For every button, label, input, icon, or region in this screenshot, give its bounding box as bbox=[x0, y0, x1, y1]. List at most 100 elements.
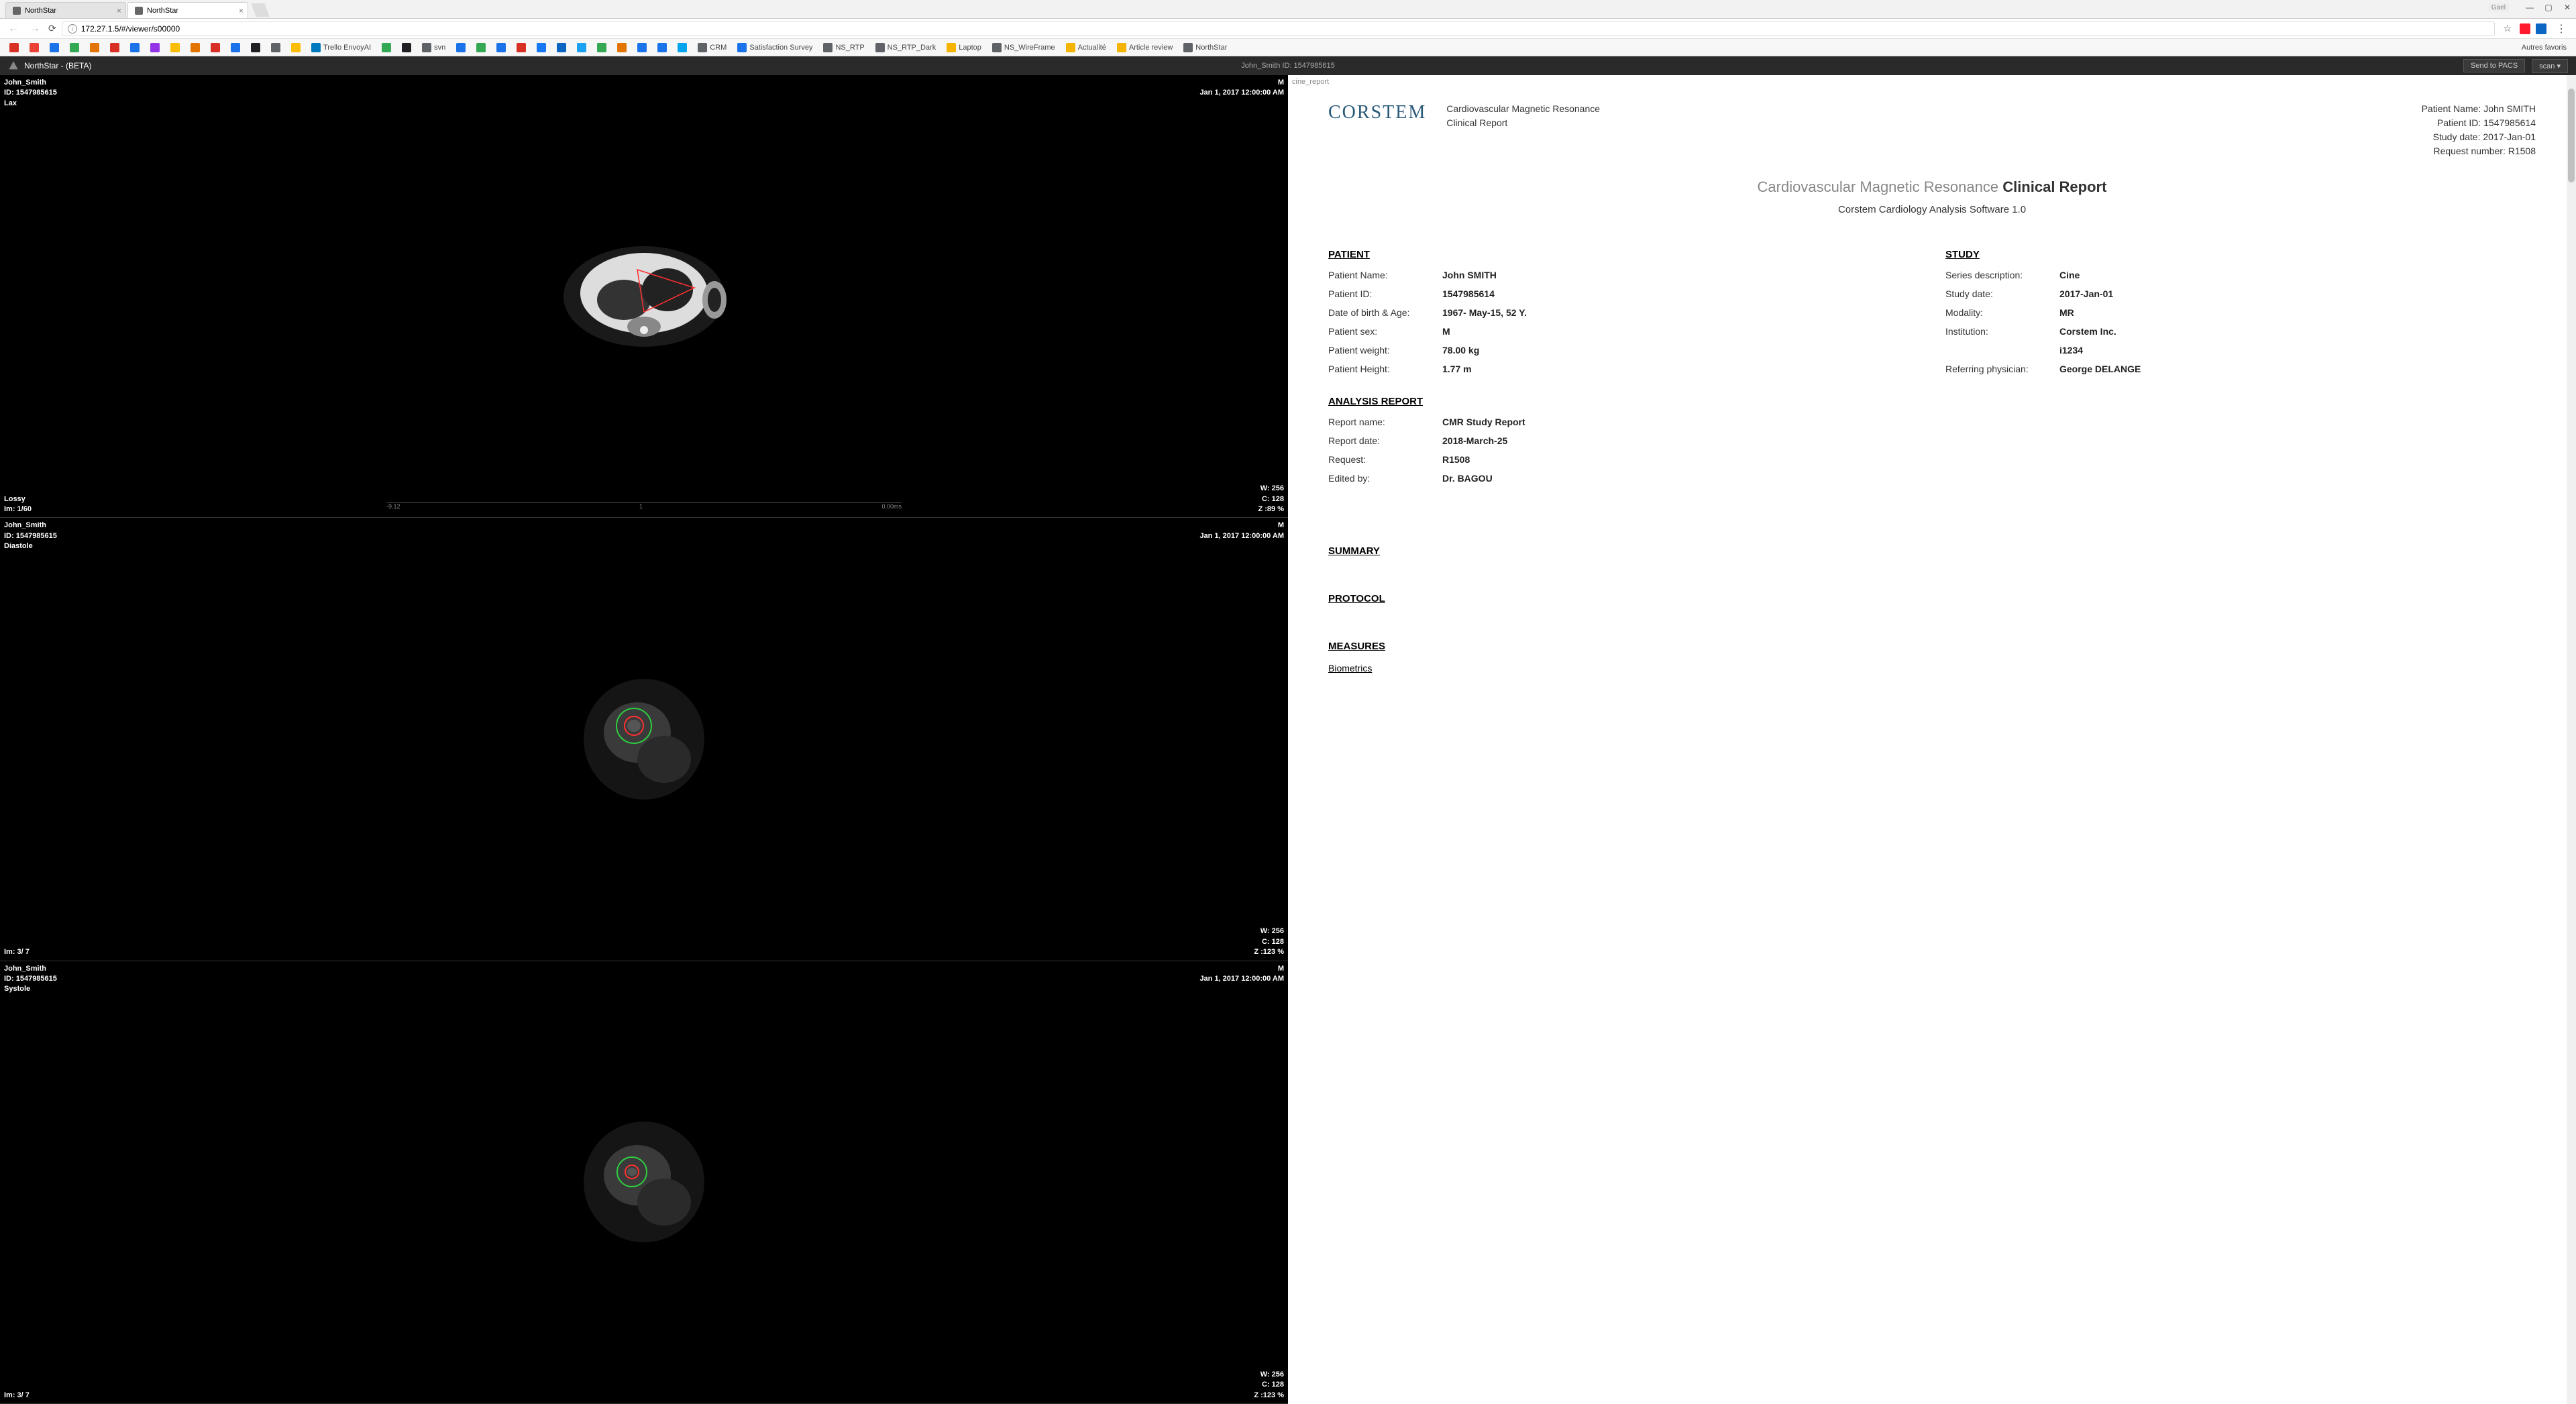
bookmark-icon bbox=[1183, 43, 1193, 52]
time-ruler: -9.12 1 0.00ms bbox=[386, 502, 902, 510]
tab-title: NorthStar bbox=[147, 7, 178, 15]
bookmark-icon bbox=[251, 43, 260, 52]
bookmark-item[interactable] bbox=[86, 42, 103, 54]
bookmark-item[interactable] bbox=[207, 42, 224, 54]
viewer-panel-lax[interactable]: John_Smith ID: 1547985615 Lax M Jan 1, 2… bbox=[0, 75, 1288, 518]
patient-id-display: John_Smith ID: 1547985615 bbox=[1241, 62, 1334, 70]
bookmark-item[interactable] bbox=[533, 42, 550, 54]
section-heading: STUDY bbox=[1945, 249, 2536, 260]
bookmark-item[interactable] bbox=[593, 42, 610, 54]
bookmark-item[interactable] bbox=[66, 42, 83, 54]
bookmark-label: CRM bbox=[710, 44, 727, 52]
bookmark-item[interactable] bbox=[674, 42, 691, 54]
bookmark-item[interactable] bbox=[46, 42, 63, 54]
panel-info-bottom-left: Im: 3/ 7 bbox=[4, 1391, 30, 1401]
forward-button[interactable]: → bbox=[27, 23, 43, 35]
bookmark-item[interactable] bbox=[633, 42, 651, 54]
bookmark-star-icon[interactable]: ☆ bbox=[2500, 23, 2514, 34]
user-badge[interactable]: Gael bbox=[2488, 3, 2509, 12]
scan-dropdown[interactable]: scan ▾ bbox=[2532, 59, 2568, 73]
extension-icon[interactable] bbox=[2520, 23, 2530, 34]
maximize-icon[interactable]: ▢ bbox=[2544, 3, 2553, 12]
bookmark-item[interactable] bbox=[25, 42, 43, 54]
browser-tab-active[interactable]: NorthStar × bbox=[127, 2, 248, 18]
bookmark-item[interactable] bbox=[106, 42, 123, 54]
bookmark-item[interactable] bbox=[452, 42, 470, 54]
panel-info-top-left: John_Smith ID: 1547985615 Systole bbox=[4, 964, 57, 995]
other-bookmarks[interactable]: Autres favoris bbox=[2518, 42, 2571, 53]
viewer-column: John_Smith ID: 1547985615 Lax M Jan 1, 2… bbox=[0, 75, 1288, 1404]
browser-menu-icon[interactable]: ⋮ bbox=[2552, 22, 2571, 36]
bookmark-item[interactable]: NS_RTP bbox=[819, 42, 868, 54]
browser-tab[interactable]: NorthStar × bbox=[5, 2, 126, 18]
scrollbar-thumb[interactable] bbox=[2568, 89, 2575, 182]
viewer-panel-systole[interactable]: John_Smith ID: 1547985615 Systole M Jan … bbox=[0, 961, 1288, 1404]
report-header-mid: Cardiovascular Magnetic Resonance Clinic… bbox=[1446, 102, 1600, 130]
bookmark-item[interactable]: NS_RTP_Dark bbox=[871, 42, 941, 54]
bookmark-item[interactable]: CRM bbox=[694, 42, 731, 54]
bookmark-item[interactable]: Laptop bbox=[943, 42, 985, 54]
reload-button[interactable]: ⟳ bbox=[48, 23, 56, 34]
site-info-icon[interactable]: i bbox=[68, 24, 77, 34]
close-window-icon[interactable]: ✕ bbox=[2563, 3, 2572, 12]
panel-info-top-right: M Jan 1, 2017 12:00:00 AM bbox=[1199, 78, 1284, 99]
panel-info-top-right: M Jan 1, 2017 12:00:00 AM bbox=[1199, 521, 1284, 541]
bookmark-item[interactable] bbox=[492, 42, 510, 54]
bookmark-label: NS_WireFrame bbox=[1004, 44, 1055, 52]
close-icon[interactable]: × bbox=[117, 6, 121, 15]
bookmark-icon bbox=[211, 43, 220, 52]
minimize-icon[interactable]: — bbox=[2525, 3, 2534, 12]
bookmark-item[interactable]: Satisfaction Survey bbox=[733, 42, 816, 54]
bookmark-item[interactable] bbox=[613, 42, 631, 54]
bookmark-label: Laptop bbox=[959, 44, 981, 52]
bookmark-item[interactable]: NS_WireFrame bbox=[988, 42, 1059, 54]
url-input[interactable]: i 172.27.1.5/#/viewer/s00000 bbox=[62, 21, 2496, 36]
bookmark-item[interactable] bbox=[186, 42, 204, 54]
report-header-right: Patient Name: John SMITH Patient ID: 154… bbox=[2422, 102, 2536, 158]
scrollbar[interactable] bbox=[2567, 75, 2576, 1404]
section-heading: SUMMARY bbox=[1328, 545, 2536, 557]
bookmark-item[interactable]: Trello EnvoyAI bbox=[307, 42, 375, 54]
bookmark-item[interactable] bbox=[267, 42, 284, 54]
panel-info-bottom-right: W: 256 C: 128 Z :123 % bbox=[1254, 926, 1284, 957]
back-button[interactable]: ← bbox=[5, 23, 21, 35]
bookmark-item[interactable] bbox=[146, 42, 164, 54]
bookmark-item[interactable] bbox=[126, 42, 144, 54]
bookmark-icon bbox=[382, 43, 391, 52]
bookmark-item[interactable] bbox=[287, 42, 305, 54]
patient-section: PATIENT Patient Name:John SMITH Patient … bbox=[1328, 235, 1919, 382]
bookmark-icon bbox=[577, 43, 586, 52]
bookmark-item[interactable]: Article review bbox=[1113, 42, 1177, 54]
report-body: CORSTEM Cardiovascular Magnetic Resonanc… bbox=[1288, 75, 2576, 700]
bookmark-label: Trello EnvoyAI bbox=[323, 44, 371, 52]
bookmark-item[interactable]: svn bbox=[418, 42, 449, 54]
panel-info-bottom-right: W: 256 C: 128 Z :123 % bbox=[1254, 1370, 1284, 1401]
bookmark-item[interactable] bbox=[513, 42, 530, 54]
bookmark-item[interactable] bbox=[378, 42, 395, 54]
bookmark-icon bbox=[271, 43, 280, 52]
app-title: NorthStar - (BETA) bbox=[24, 61, 91, 70]
bookmark-item[interactable] bbox=[5, 42, 23, 54]
bookmark-item[interactable]: Actualité bbox=[1062, 42, 1110, 54]
panel-info-top-right: M Jan 1, 2017 12:00:00 AM bbox=[1199, 964, 1284, 985]
bookmark-item[interactable] bbox=[472, 42, 490, 54]
viewer-panel-diastole[interactable]: John_Smith ID: 1547985615 Diastole M Jan… bbox=[0, 518, 1288, 961]
bookmark-item[interactable] bbox=[227, 42, 244, 54]
bookmark-item[interactable] bbox=[166, 42, 184, 54]
send-to-pacs-button[interactable]: Send to PACS bbox=[2463, 59, 2525, 72]
bookmark-item[interactable]: NorthStar bbox=[1179, 42, 1231, 54]
bookmark-item[interactable] bbox=[398, 42, 415, 54]
bookmark-icon bbox=[992, 43, 1002, 52]
new-tab-button[interactable] bbox=[251, 3, 269, 17]
extension-icon[interactable] bbox=[2536, 23, 2546, 34]
close-icon[interactable]: × bbox=[239, 6, 244, 15]
bookmarks-bar: Trello EnvoyAIsvnCRMSatisfaction SurveyN… bbox=[0, 39, 2576, 56]
url-text: 172.27.1.5/#/viewer/s00000 bbox=[81, 24, 180, 34]
bookmark-item[interactable] bbox=[653, 42, 671, 54]
bookmark-label: Article review bbox=[1129, 44, 1173, 52]
bookmark-item[interactable] bbox=[553, 42, 570, 54]
bookmark-icon bbox=[496, 43, 506, 52]
bookmark-item[interactable] bbox=[573, 42, 590, 54]
bookmark-item[interactable] bbox=[247, 42, 264, 54]
bookmark-icon bbox=[597, 43, 606, 52]
